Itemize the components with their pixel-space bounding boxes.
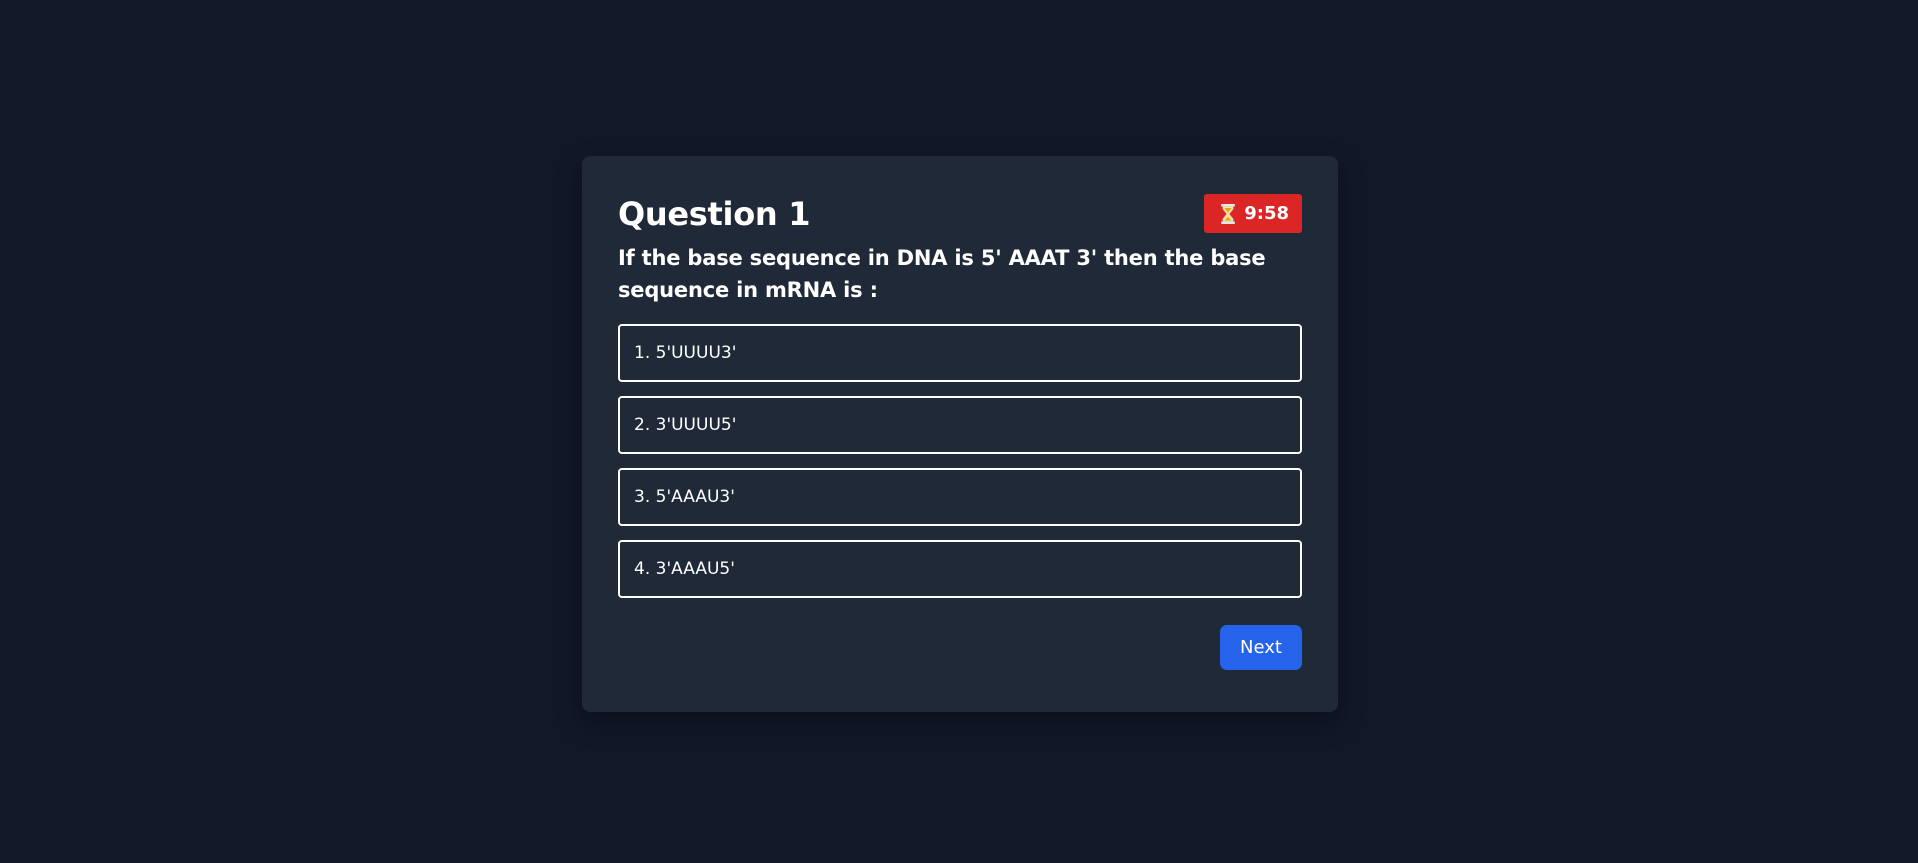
quiz-header: Question 1 9:58 bbox=[618, 192, 1302, 236]
hourglass-icon bbox=[1220, 203, 1236, 224]
timer-value: 9:58 bbox=[1244, 203, 1289, 224]
countdown-timer: 9:58 bbox=[1204, 194, 1302, 233]
question-title: Question 1 bbox=[618, 195, 811, 233]
answer-options: 1. 5'UUUU3' 2. 3'UUUU5' 3. 5'AAAU3' 4. 3… bbox=[618, 324, 1302, 598]
question-text: If the base sequence in DNA is 5' AAAT 3… bbox=[618, 246, 1266, 302]
quiz-card: Question 1 9:58 If the base sequence in … bbox=[582, 156, 1338, 712]
answer-option-1[interactable]: 1. 5'UUUU3' bbox=[618, 324, 1302, 382]
answer-option-2[interactable]: 2. 3'UUUU5' bbox=[618, 396, 1302, 454]
next-button[interactable]: Next bbox=[1220, 625, 1302, 670]
answer-option-3[interactable]: 3. 5'AAAU3' bbox=[618, 468, 1302, 526]
quiz-footer: Next bbox=[618, 625, 1302, 670]
answer-option-4[interactable]: 4. 3'AAAU5' bbox=[618, 540, 1302, 598]
